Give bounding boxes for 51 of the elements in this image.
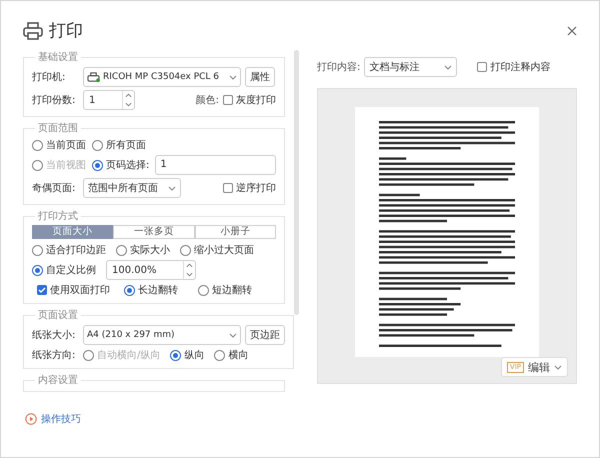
scrollbar[interactable]: [294, 50, 299, 315]
caret-icon: [444, 64, 452, 70]
field-label: 打印份数:: [32, 94, 76, 107]
section-title: 页面范围: [37, 122, 79, 135]
radio-option[interactable]: 所有页面: [92, 138, 150, 152]
field-label: 纸张大小:: [32, 328, 76, 342]
paper-size-dropdown[interactable]: A4 (210 x 297 mm): [83, 325, 241, 345]
field-label: 打印内容:: [317, 60, 360, 74]
copies-spinner[interactable]: 1: [83, 90, 135, 110]
mode-tab[interactable]: 小册子: [194, 225, 276, 239]
section-title: 内容设置: [37, 374, 79, 387]
caret-icon: [229, 74, 237, 80]
page-number-field[interactable]: 1: [155, 155, 276, 175]
radio-option[interactable]: 纵向: [170, 348, 204, 362]
printer-icon: [23, 22, 43, 40]
close-icon[interactable]: [567, 26, 577, 36]
radio-option[interactable]: 横向: [214, 348, 248, 362]
radio-option[interactable]: 页码选择:: [92, 158, 150, 172]
radio-option[interactable]: 长边翻转: [124, 283, 178, 297]
checkmark-icon: [37, 285, 47, 295]
grayscale-checkbox[interactable]: 灰度打印: [223, 93, 276, 107]
section-title: 打印方式: [37, 210, 79, 223]
radio-option[interactable]: 自定义比例: [32, 263, 96, 277]
field-label: 奇偶页面:: [32, 182, 76, 195]
radio-option[interactable]: 实际大小: [116, 243, 170, 257]
duplex-checkbox[interactable]: 使用双面打印: [37, 283, 110, 297]
margins-button[interactable]: 页边距: [245, 325, 285, 345]
radio-option[interactable]: 适合打印边距: [32, 243, 106, 257]
properties-button[interactable]: 属性: [245, 67, 275, 87]
window-title: 打印: [49, 20, 83, 42]
field-label: 打印机:: [32, 70, 66, 84]
radio-option[interactable]: 当前页面: [32, 138, 86, 152]
tips-link[interactable]: 操作技巧: [25, 412, 81, 426]
play-icon: [25, 413, 37, 425]
radio-option[interactable]: 短边翻转: [198, 283, 252, 297]
caret-icon: [554, 364, 562, 370]
field-label: 纸张方向:: [32, 348, 76, 362]
radio-option[interactable]: 缩小过大页面: [180, 243, 254, 257]
odd-even-dropdown[interactable]: 范围中所有页面: [83, 178, 181, 198]
caret-icon: [168, 186, 176, 190]
reverse-checkbox[interactable]: 逆序打印: [223, 181, 276, 195]
scale-spinner[interactable]: 100.00%: [106, 260, 196, 280]
section-title: 页面设置: [37, 308, 79, 322]
annotations-checkbox[interactable]: 打印注释内容: [477, 60, 550, 74]
section-title: 基础设置: [37, 50, 79, 64]
printer-dropdown[interactable]: RICOH MP C3504ex PCL 6: [83, 67, 241, 87]
field-label: 颜色:: [196, 94, 219, 107]
print-content-dropdown[interactable]: 文档与标注: [364, 57, 458, 77]
caret-icon: [229, 332, 237, 338]
printer-icon: [87, 72, 100, 82]
mode-tab[interactable]: 一张多页: [113, 225, 195, 239]
